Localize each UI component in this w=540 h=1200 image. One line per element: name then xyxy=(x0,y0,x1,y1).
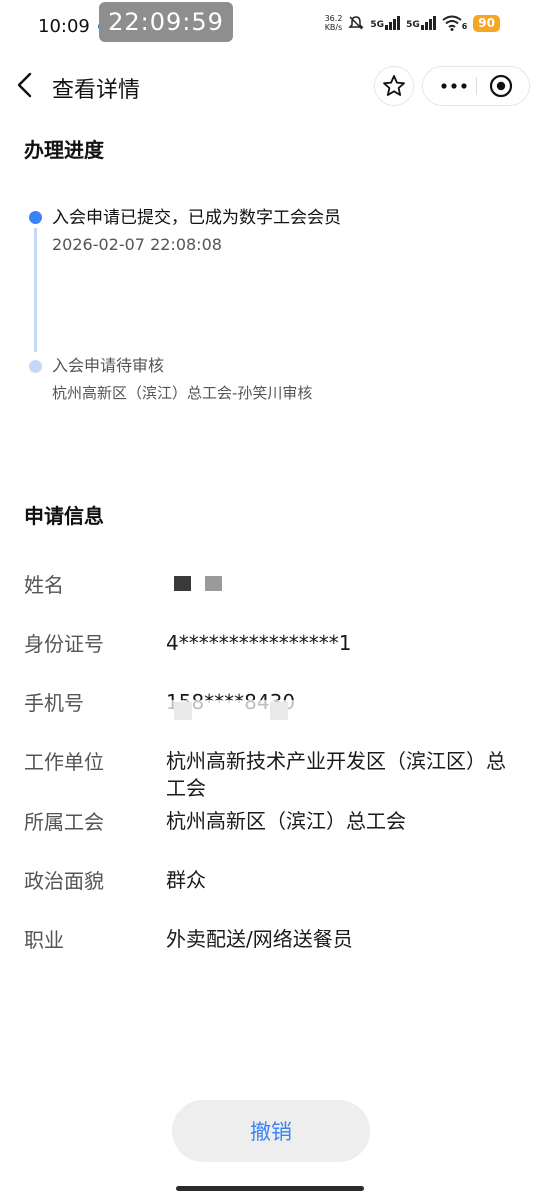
navigation-bar: 查看详情 xyxy=(0,60,540,112)
miniapp-capsule xyxy=(422,66,530,106)
occupation-value: 外卖配送/网络送餐员 xyxy=(166,927,353,951)
star-icon xyxy=(383,75,405,96)
timeline-dot-done xyxy=(29,211,42,224)
page-title: 查看详情 xyxy=(52,78,141,103)
id-number-label: 身份证号 xyxy=(24,632,104,656)
timeline-step-title: 入会申请已提交，已成为数字工会会员 xyxy=(52,208,341,228)
clock-overlay: 22:09:59 xyxy=(99,2,233,42)
network-speed: 36.2 KB/s xyxy=(324,14,343,32)
close-button[interactable] xyxy=(489,74,513,98)
revoke-button[interactable]: 撤销 xyxy=(172,1100,370,1162)
phone-label: 手机号 xyxy=(24,691,84,715)
employer-label: 工作单位 xyxy=(24,750,104,774)
capsule-divider xyxy=(476,77,477,95)
timeline-step-time: 2026-02-07 22:08:08 xyxy=(52,235,222,254)
close-circle-icon xyxy=(489,74,513,98)
timeline-step-title: 入会申请待审核 xyxy=(52,356,165,375)
status-icons: 36.2 KB/s 5G 5G 6 90 xyxy=(325,14,500,32)
more-icon xyxy=(441,83,467,89)
name-label: 姓名 xyxy=(24,573,64,597)
favorite-button[interactable] xyxy=(374,66,414,106)
wifi-icon: 6 xyxy=(442,15,467,31)
timeline-dot-pending xyxy=(29,360,42,373)
back-button[interactable] xyxy=(14,72,38,98)
id-number-value: 4****************1 xyxy=(166,631,352,655)
signal-2-icon: 5G xyxy=(406,16,436,30)
political-status-label: 政治面貌 xyxy=(24,869,104,893)
timeline-connector xyxy=(34,228,37,352)
application-section-title: 申请信息 xyxy=(24,504,104,528)
union-label: 所属工会 xyxy=(24,810,104,834)
progress-section-title: 办理进度 xyxy=(24,138,104,162)
political-status-value: 群众 xyxy=(166,868,206,892)
battery-indicator: 90 xyxy=(473,14,500,32)
phone-redaction-block xyxy=(270,702,288,720)
status-time: 10:09 xyxy=(38,16,90,37)
occupation-label: 职业 xyxy=(24,928,64,952)
mute-icon xyxy=(348,16,365,30)
union-value: 杭州高新区（滨江）总工会 xyxy=(166,809,406,833)
signal-1-icon: 5G xyxy=(370,16,401,30)
back-arrow-icon xyxy=(17,72,32,98)
employer-value: 杭州高新技术产业开发区（滨江区）总工会 xyxy=(166,749,506,800)
status-bar: 10:09 22:09:59 36.2 KB/s 5G 5G 6 90 xyxy=(0,0,540,52)
home-indicator[interactable] xyxy=(176,1186,364,1191)
more-button[interactable] xyxy=(437,67,471,105)
timeline-step-detail: 杭州高新区（滨江）总工会-孙笑川审核 xyxy=(52,384,313,402)
name-value-redacted xyxy=(174,575,224,593)
phone-redaction-block xyxy=(174,702,192,720)
